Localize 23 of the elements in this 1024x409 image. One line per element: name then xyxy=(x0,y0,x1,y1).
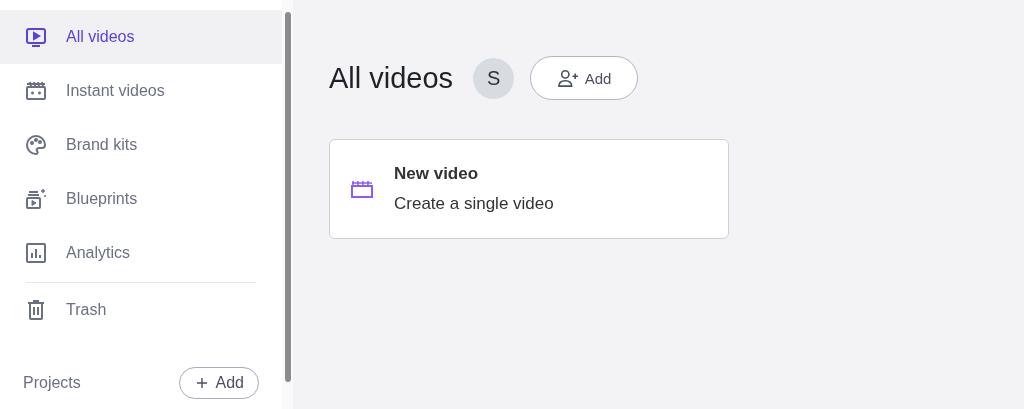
scrollbar[interactable] xyxy=(282,0,293,409)
add-project-button[interactable]: Add xyxy=(178,367,259,399)
sidebar-item[interactable]: Brand kits xyxy=(0,118,282,172)
card-title: New video xyxy=(394,164,480,184)
bar-chart-icon xyxy=(24,241,48,265)
page-title: All videos xyxy=(329,61,454,95)
add-member-button[interactable]: Add xyxy=(530,56,639,100)
user-avatar[interactable]: S xyxy=(473,57,515,99)
sidebar-item[interactable]: Trash xyxy=(0,283,282,337)
sidebar-item[interactable]: All videos xyxy=(0,10,282,64)
sidebar-item[interactable]: Blueprints xyxy=(0,172,282,226)
plus-icon xyxy=(195,377,208,389)
sidebar-item[interactable]: Instant videos xyxy=(0,64,282,118)
sidebar-item[interactable]: Analytics xyxy=(0,226,282,280)
video-play-icon xyxy=(24,25,48,49)
clapperboard-icon xyxy=(24,79,48,103)
projects-heading: Projects xyxy=(23,374,81,392)
new-video-card[interactable]: New video Create a single video xyxy=(329,139,729,239)
video-stack-icon xyxy=(24,187,48,211)
palette-icon xyxy=(24,133,48,157)
add-user-icon xyxy=(556,69,579,87)
clapperboard-icon xyxy=(350,179,374,199)
card-subtitle: Create a single video xyxy=(394,194,554,214)
